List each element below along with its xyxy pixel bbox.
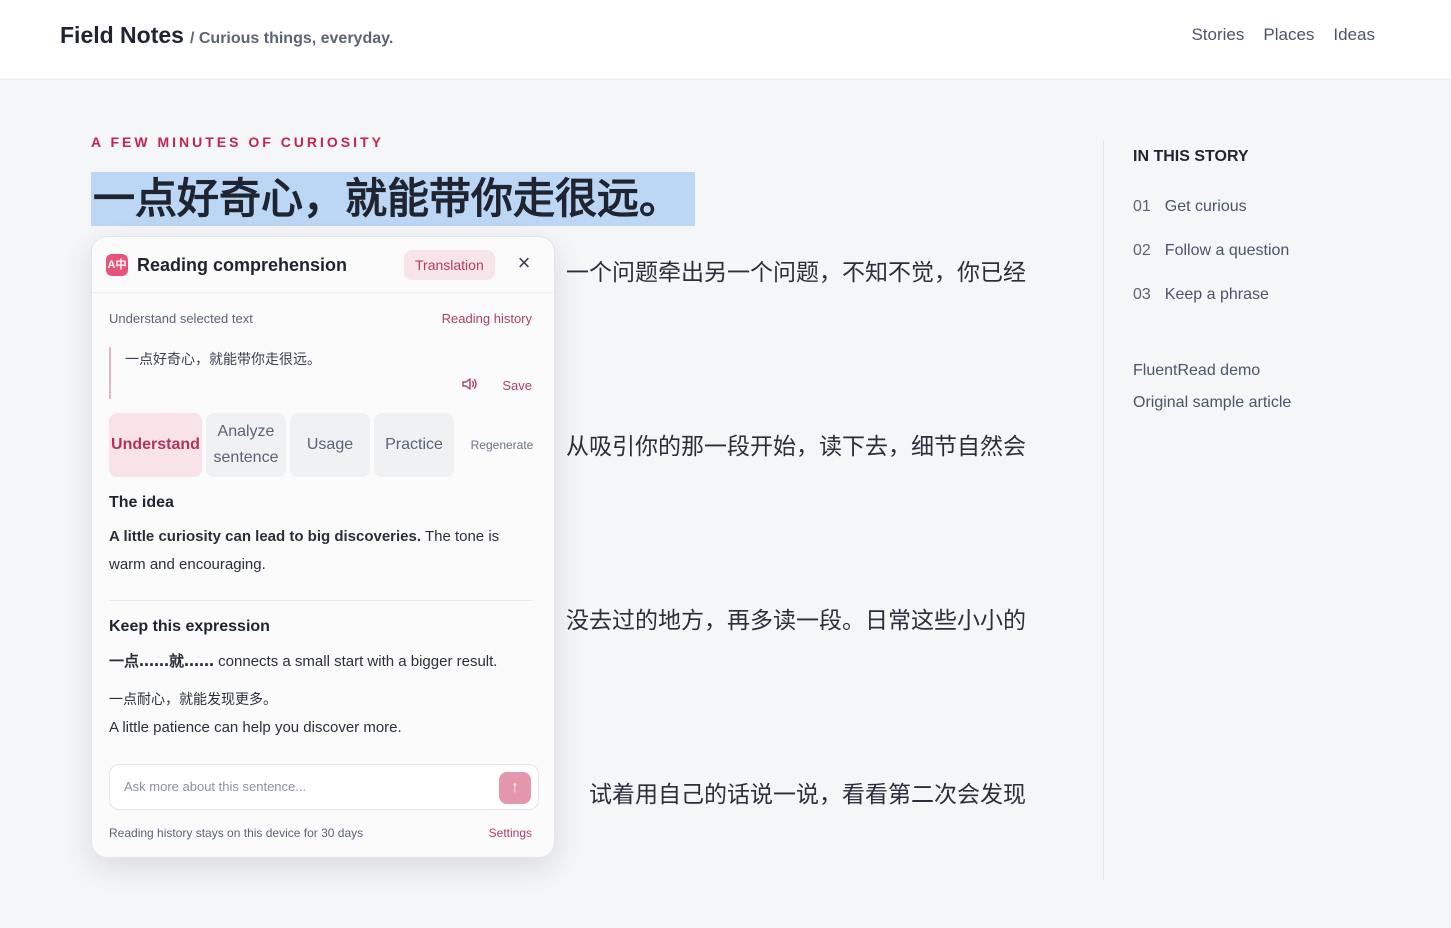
article-paragraph-2: 从吸引你的那一段开始，读下去，细节自然会 [566,434,1026,460]
ask-input[interactable] [124,779,484,794]
brand[interactable]: Field Notes / Curious things, everyday. [60,22,393,49]
table-of-contents: 01 Get curious 02 Follow a question 03 K… [1133,198,1289,330]
quote-actions: Save [462,377,532,394]
site-tagline: / Curious things, everyday. [189,30,394,47]
site-header: Field Notes / Curious things, everyday. … [0,0,1451,80]
toc-label: Keep a phrase [1164,286,1269,303]
selection-label-row: Understand selected text Reading history [109,311,532,326]
article-paragraph-3: 没去过的地方，再多读一段。日常这些小小的 [566,608,1026,634]
tab-practice[interactable]: Practice [374,413,454,477]
article-headline-selected[interactable]: 一点好奇心，就能带你走很远。 [91,172,696,226]
idea-heading: The idea [109,494,174,511]
panel-header: A中 Reading comprehension Translation × [92,237,554,293]
send-icon[interactable]: ↑ [499,772,531,804]
article-kicker: A FEW MINUTES OF CURIOSITY [91,134,384,150]
sidebar-links: FluentRead demo Original sample article [1133,362,1291,426]
idea-text: A little curiosity can lead to big disco… [109,523,539,579]
comprehension-tabs: Understand Analyze sentence Usage Practi… [109,413,546,477]
article-paragraph-4: 试着用自己的话说一说，看看第二次会发现 [589,782,1026,808]
tab-understand[interactable]: Understand [109,413,202,477]
speaker-icon-glyph [462,378,478,390]
tab-analyze-line-2: sentence [213,449,279,466]
panel-title: Reading comprehension [137,255,348,275]
toc-label: Get curious [1164,198,1247,215]
fluentread-demo-link[interactable]: FluentRead demo [1133,362,1291,394]
idea-bold: A little curiosity can lead to big disco… [109,528,422,545]
toc-number: 02 [1133,242,1151,259]
panel-footer: Reading history stays on this device for… [109,826,532,840]
pattern-bold: 一点……就…… [109,652,215,670]
regenerate-button[interactable]: Regenerate [458,413,546,477]
main-nav: Stories Places Ideas [1191,25,1375,45]
site-name[interactable]: Field Notes [60,22,184,49]
tab-analyze-sentence[interactable]: Analyze sentence [206,413,286,477]
sidebar-title: IN THIS STORY [1133,148,1249,165]
close-icon[interactable]: × [512,251,536,275]
example-chinese: 一点耐心，就能发现更多。 [109,692,277,708]
toc-label: Follow a question [1164,242,1290,259]
toc-item-keep-a-phrase[interactable]: 03 Keep a phrase [1133,286,1289,330]
reading-comprehension-panel: A中 Reading comprehension Translation × U… [91,236,555,858]
example-english: A little patience can help you discover … [109,719,402,736]
selected-text: 一点好奇心，就能带你走很远。 [125,352,321,368]
pattern-text: 一点……就…… connects a small start with a bi… [109,647,539,676]
history-retention-note: Reading history stays on this device for… [109,826,364,840]
nav-places[interactable]: Places [1263,25,1314,45]
understand-selected-label: Understand selected text [109,311,253,326]
selected-text-quote: 一点好奇心，就能带你走很远。 Save [109,347,532,399]
save-button[interactable]: Save [502,378,532,393]
pattern-rest: connects a small start with a bigger res… [214,653,498,670]
translation-mode-button[interactable]: Translation [404,250,495,280]
toc-item-follow-a-question[interactable]: 02 Follow a question [1133,242,1289,286]
tab-analyze-label: Analyze sentence [214,419,279,471]
nav-stories[interactable]: Stories [1191,25,1244,45]
toc-item-get-curious[interactable]: 01 Get curious [1133,198,1289,242]
toc-number: 01 [1133,198,1151,215]
reading-history-link[interactable]: Reading history [442,311,532,326]
tab-usage[interactable]: Usage [290,413,370,477]
ask-box: ↑ [109,764,539,810]
speaker-icon[interactable] [462,377,478,394]
original-article-link[interactable]: Original sample article [1133,394,1291,426]
expression-heading: Keep this expression [109,618,270,635]
section-divider [109,600,532,601]
settings-link[interactable]: Settings [489,826,532,840]
tab-analyze-line-1: Analyze [217,423,275,440]
toc-number: 03 [1133,286,1151,303]
sidebar-divider [1103,140,1104,880]
translate-app-icon: A中 [106,254,128,276]
article-paragraph-1: 一个问题牵出另一个问题，不知不觉，你已经 [566,260,1026,286]
nav-ideas[interactable]: Ideas [1333,25,1375,45]
